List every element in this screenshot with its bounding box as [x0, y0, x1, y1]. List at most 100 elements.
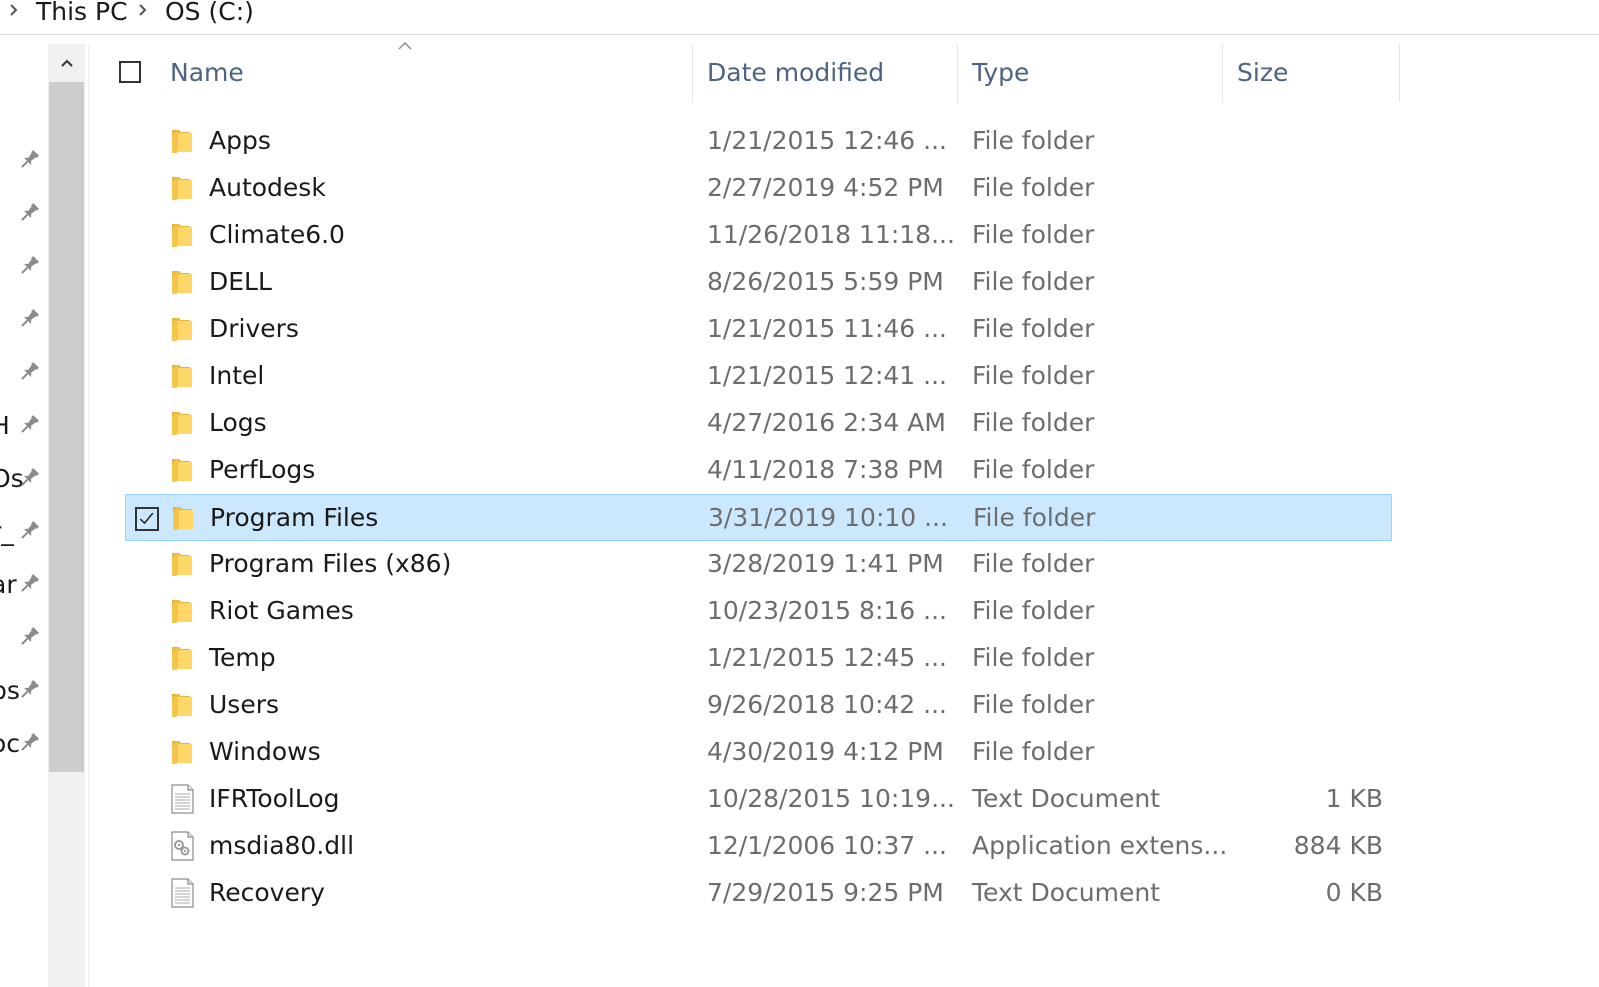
file-date-modified: 3/31/2019 10:10 ...	[708, 503, 948, 532]
file-name: DELL	[209, 267, 272, 296]
scrollbar-thumb[interactable]	[49, 82, 84, 772]
column-type-header[interactable]: Type	[972, 58, 1029, 87]
file-type: File folder	[972, 267, 1095, 296]
file-date-modified: 8/26/2015 5:59 PM	[707, 267, 944, 296]
column-divider[interactable]	[957, 44, 958, 102]
chevron-right-icon[interactable]	[137, 0, 149, 25]
breadcrumb-this-pc[interactable]: This PC	[36, 0, 128, 28]
file-name: Temp	[209, 643, 276, 672]
nav-item[interactable]: Os	[0, 460, 48, 500]
file-row[interactable]: Program Files (x86) 3/28/2019 1:41 PM File…	[125, 541, 1392, 588]
pin-icon	[17, 413, 41, 437]
pin-icon	[17, 625, 41, 649]
folder-icon	[169, 314, 195, 344]
file-row[interactable]: IFRToolLog 10/28/2015 10:19... Text Docume…	[125, 776, 1392, 823]
breadcrumb-drive[interactable]: OS (C:)	[165, 0, 254, 28]
file-row[interactable]: Riot Games 10/23/2015 8:16 ... File folder	[125, 588, 1392, 635]
file-row[interactable]: Logs 4/27/2016 2:34 AM File folder	[125, 400, 1392, 447]
nav-item[interactable]	[0, 354, 48, 394]
file-row[interactable]: Users 9/26/2018 10:42 ... File folder	[125, 682, 1392, 729]
file-type: File folder	[972, 220, 1095, 249]
nav-item[interactable]	[0, 248, 48, 288]
folder-icon	[169, 690, 195, 720]
select-all-checkbox[interactable]	[119, 61, 141, 83]
file-row[interactable]: Intel 1/21/2015 12:41 ... File folder	[125, 353, 1392, 400]
folder-icon	[169, 126, 195, 156]
breadcrumb: This PC OS (C:)	[0, 0, 1599, 35]
scroll-up-arrow-icon[interactable]	[48, 44, 85, 81]
file-date-modified: 10/28/2015 10:19...	[707, 784, 955, 813]
file-name: Users	[209, 690, 280, 719]
file-row[interactable]: Windows 4/30/2019 4:12 PM File folder	[125, 729, 1392, 776]
pin-icon	[17, 678, 41, 702]
sort-ascending-icon	[398, 41, 412, 50]
column-name-header[interactable]: Name	[170, 58, 244, 87]
nav-item-label: r_	[0, 517, 14, 546]
file-size: 884 KB	[1293, 831, 1383, 860]
file-type: File folder	[972, 455, 1095, 484]
pane-divider	[88, 44, 89, 987]
nav-item-label: H	[0, 411, 10, 440]
folder-icon	[169, 455, 195, 485]
nav-item[interactable]: ar	[0, 566, 48, 606]
column-divider[interactable]	[1399, 44, 1400, 102]
file-name: Apps	[209, 126, 271, 155]
file-date-modified: 4/30/2019 4:12 PM	[707, 737, 944, 766]
nav-item[interactable]	[0, 831, 48, 871]
pin-icon	[17, 572, 41, 596]
nav-item[interactable]	[0, 301, 48, 341]
file-name: Program Files (x86)	[209, 549, 452, 578]
file-name: Windows	[209, 737, 321, 766]
text-document-icon	[169, 878, 195, 908]
file-date-modified: 1/21/2015 12:46 ...	[707, 126, 947, 155]
nav-item[interactable]	[0, 619, 48, 659]
nav-item-label: ar	[0, 570, 17, 599]
nav-item[interactable]	[0, 195, 48, 235]
nav-item[interactable]	[0, 884, 48, 924]
file-row[interactable]: DELL 8/26/2015 5:59 PM File folder	[125, 259, 1392, 306]
vertical-scrollbar[interactable]	[48, 44, 85, 987]
nav-item[interactable]	[0, 142, 48, 182]
row-checkbox-checked[interactable]	[135, 507, 159, 531]
file-date-modified: 7/29/2015 9:25 PM	[707, 878, 944, 907]
pin-icon	[17, 466, 41, 490]
file-row[interactable]: msdia80.dll 12/1/2006 10:37 ... Applicatio…	[125, 823, 1392, 870]
file-type: File folder	[973, 503, 1096, 532]
file-row[interactable]: Program Files 3/31/2019 10:10 ... File fol…	[125, 494, 1392, 541]
file-type: File folder	[972, 314, 1095, 343]
file-name: Recovery	[209, 878, 325, 907]
column-date-header[interactable]: Date modified	[707, 58, 884, 87]
file-row[interactable]: Autodesk 2/27/2019 4:52 PM File folder	[125, 165, 1392, 212]
file-row[interactable]: Temp 1/21/2015 12:45 ... File folder	[125, 635, 1392, 682]
file-date-modified: 1/21/2015 11:46 ...	[707, 314, 947, 343]
chevron-right-icon[interactable]	[8, 0, 20, 25]
column-divider[interactable]	[1222, 44, 1223, 102]
file-date-modified: 12/1/2006 10:37 ...	[707, 831, 947, 860]
file-type: File folder	[972, 643, 1095, 672]
file-name: Climate6.0	[209, 220, 345, 249]
file-list: Apps 1/21/2015 12:46 ... File folder Autode…	[125, 118, 1392, 917]
file-row[interactable]: Climate6.0 11/26/2018 11:18... File folder	[125, 212, 1392, 259]
file-row[interactable]: Recovery 7/29/2015 9:25 PM Text Document 0 …	[125, 870, 1392, 917]
file-row[interactable]: Drivers 1/21/2015 11:46 ... File folder	[125, 306, 1392, 353]
folder-icon	[169, 220, 195, 250]
file-date-modified: 1/21/2015 12:41 ...	[707, 361, 947, 390]
file-row[interactable]: Apps 1/21/2015 12:46 ... File folder	[125, 118, 1392, 165]
nav-item[interactable]	[0, 778, 48, 818]
file-name: IFRToolLog	[209, 784, 340, 813]
nav-item[interactable]: ps	[0, 672, 48, 712]
navigation-pane: H Os r_ar ps oc	[0, 35, 48, 987]
pin-icon	[17, 254, 41, 278]
nav-item[interactable]: H	[0, 407, 48, 447]
file-size: 1 KB	[1325, 784, 1383, 813]
file-type: Text Document	[972, 878, 1161, 907]
column-size-header[interactable]: Size	[1237, 58, 1288, 87]
file-type: File folder	[972, 737, 1095, 766]
file-row[interactable]: PerfLogs 4/11/2018 7:38 PM File folder	[125, 447, 1392, 494]
nav-item[interactable]: oc	[0, 725, 48, 765]
folder-icon	[169, 361, 195, 391]
file-type: Application extens...	[972, 831, 1228, 860]
column-divider[interactable]	[692, 44, 693, 102]
file-type: File folder	[972, 173, 1095, 202]
nav-item[interactable]: r_	[0, 513, 48, 553]
